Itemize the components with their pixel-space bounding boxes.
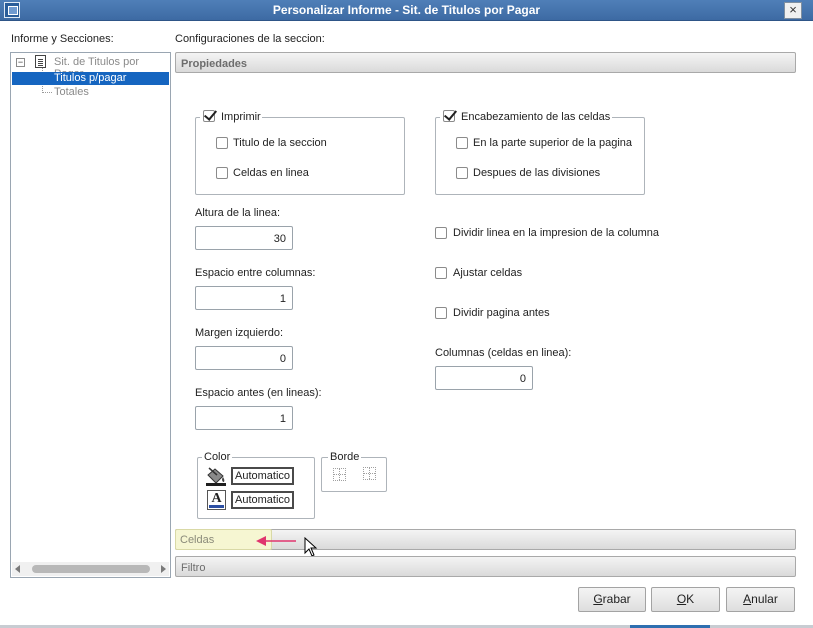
espacio-columnas-input[interactable]: 1 <box>195 286 293 310</box>
ajustar-celdas-checkbox[interactable] <box>435 267 447 279</box>
altura-linea-input[interactable]: 30 <box>195 226 293 250</box>
tree-connector <box>42 92 52 93</box>
scroll-left-icon[interactable] <box>15 565 20 573</box>
dividir-pagina-label: Dividir pagina antes <box>453 307 550 319</box>
tree-item-titulos[interactable]: Titulos p/pagar <box>54 72 126 84</box>
window-title: Personalizar Informe - Sit. de Titulos p… <box>272 3 541 17</box>
close-button[interactable]: × <box>784 2 802 19</box>
imprimir-checkbox[interactable] <box>203 110 215 122</box>
ok-button[interactable]: OK <box>651 587 720 612</box>
imprimir-label: Imprimir <box>221 111 261 123</box>
scroll-thumb[interactable] <box>32 565 150 573</box>
dividir-linea-checkbox[interactable] <box>435 227 447 239</box>
title-bar: Personalizar Informe - Sit. de Titulos p… <box>0 0 813 21</box>
font-color-button[interactable]: Automatico <box>231 491 294 509</box>
border-inner-icon[interactable] <box>363 467 376 480</box>
font-color-icon: A <box>207 490 226 510</box>
margen-izquierdo-input[interactable]: 0 <box>195 346 293 370</box>
dividir-pagina-checkbox[interactable] <box>435 307 447 319</box>
dividir-linea-label: Dividir linea en la impresion de la colu… <box>453 227 660 239</box>
anular-button[interactable]: Anular <box>726 587 795 612</box>
espacio-antes-input[interactable]: 1 <box>195 406 293 430</box>
espacio-antes-label: Espacio antes (en lineas): <box>195 387 322 399</box>
anular-button-label: nular <box>751 592 778 606</box>
imprimir-group <box>195 117 405 195</box>
tree-item-totales[interactable]: Totales <box>54 86 89 98</box>
altura-linea-label: Altura de la linea: <box>195 207 280 219</box>
encabezamiento-group <box>435 117 645 195</box>
despues-divisiones-label: Despues de las divisiones <box>473 167 601 179</box>
section-celdas[interactable]: Celdas <box>180 534 214 546</box>
collapse-icon[interactable]: − <box>16 58 25 67</box>
section-filtro[interactable]: Filtro <box>175 556 796 577</box>
tree-header: Informe y Secciones: <box>11 33 114 45</box>
celdas-en-linea-label: Celdas en linea <box>233 167 309 179</box>
section-propiedades[interactable]: Propiedades <box>175 52 796 73</box>
mouse-cursor-icon <box>304 537 318 557</box>
despues-divisiones-checkbox[interactable] <box>456 167 468 179</box>
titulo-seccion-label: Titulo de la seccion <box>233 137 327 149</box>
scroll-right-icon[interactable] <box>161 565 166 573</box>
color-group-title: Color <box>202 451 233 463</box>
grabar-button[interactable]: Grabar <box>578 587 646 612</box>
settings-header: Configuraciones de la seccion: <box>175 33 325 45</box>
columnas-label: Columnas (celdas en linea): <box>435 347 572 359</box>
parte-superior-label: En la parte superior de la pagina <box>473 137 632 149</box>
parte-superior-checkbox[interactable] <box>456 137 468 149</box>
grabar-button-label: rabar <box>602 592 631 606</box>
horizontal-scrollbar[interactable] <box>12 562 169 576</box>
titulo-seccion-checkbox[interactable] <box>216 137 228 149</box>
encabezamiento-checkbox[interactable] <box>443 110 455 122</box>
espacio-columnas-label: Espacio entre columnas: <box>195 267 316 279</box>
borde-group-title: Borde <box>328 451 362 463</box>
border-all-icon[interactable] <box>333 468 346 481</box>
section-tree[interactable]: − Sit. de Titulos por Pagar Titulos p/pa… <box>10 52 171 578</box>
document-icon <box>35 55 46 68</box>
fill-color-icon <box>206 467 226 486</box>
ok-button-label: K <box>686 592 695 606</box>
encabezamiento-label: Encabezamiento de las celdas <box>461 111 611 123</box>
celdas-en-linea-checkbox[interactable] <box>216 167 228 179</box>
margen-izquierdo-label: Margen izquierdo: <box>195 327 284 339</box>
ajustar-celdas-label: Ajustar celdas <box>453 267 523 279</box>
fill-color-button[interactable]: Automatico <box>231 467 294 485</box>
columnas-input[interactable]: 0 <box>435 366 533 390</box>
